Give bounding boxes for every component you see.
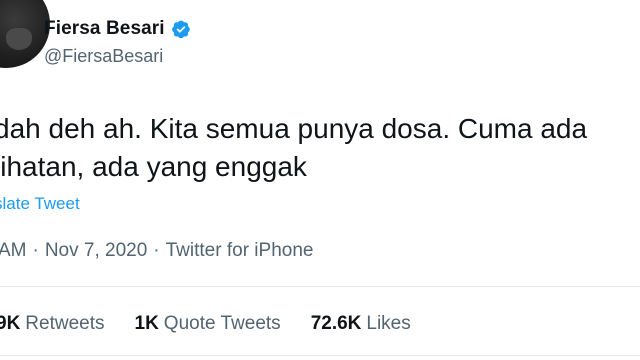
likes-count: 72.6K — [310, 313, 362, 334]
avatar-hair — [6, 28, 32, 50]
tweet-date[interactable]: Nov 7, 2020 — [45, 240, 147, 262]
meta-separator: · — [32, 240, 39, 261]
tweet-text-line2: lihatan, ada yang enggak — [0, 151, 307, 182]
quote-tweets-count: 1K — [134, 313, 159, 334]
quote-tweets-stat[interactable]: 1K Quote Tweets — [135, 313, 281, 335]
verified-badge-icon — [171, 19, 191, 39]
tweet-text-line1: dah deh ah. Kita semua punya dosa. Cuma … — [0, 113, 588, 144]
likes-stat[interactable]: 72.6K Likes — [311, 313, 411, 335]
translate-tweet-link[interactable]: slate Tweet — [0, 194, 80, 214]
divider — [0, 355, 640, 356]
retweets-label: Retweets — [25, 313, 105, 334]
quote-tweets-label: Quote Tweets — [163, 313, 281, 334]
retweets-stat[interactable]: 9K Retweets — [0, 313, 105, 335]
meta-separator: · — [153, 240, 160, 261]
avatar[interactable] — [0, 0, 50, 68]
divider — [0, 286, 640, 287]
author-name-row: Fiersa Besari — [44, 18, 191, 40]
tweet-text: dah deh ah. Kita semua punya dosa. Cuma … — [0, 110, 587, 186]
author-name[interactable]: Fiersa Besari — [44, 18, 165, 40]
tweet-meta: AM · Nov 7, 2020 · Twitter for iPhone — [0, 240, 313, 262]
tweet-stats: 9K Retweets 1K Quote Tweets 72.6K Likes — [0, 313, 411, 335]
tweet-time[interactable]: AM — [0, 240, 27, 262]
author-handle[interactable]: @FiersaBesari — [44, 46, 163, 67]
retweets-count: 9K — [0, 313, 21, 334]
tweet-source[interactable]: Twitter for iPhone — [166, 240, 314, 262]
likes-label: Likes — [366, 313, 411, 334]
tweet-card: Fiersa Besari @FiersaBesari dah deh ah. … — [0, 0, 640, 360]
